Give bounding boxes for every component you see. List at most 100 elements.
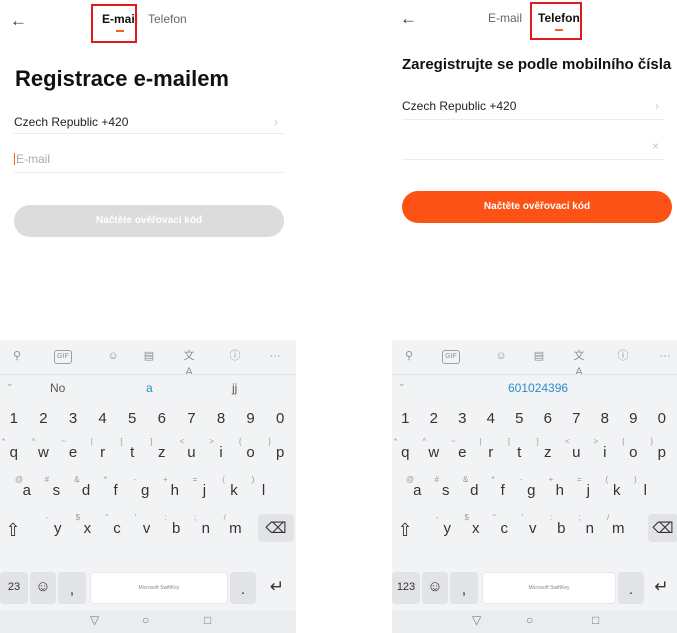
key-4[interactable]: 4 <box>478 406 505 434</box>
key-y[interactable]: -y <box>44 514 72 542</box>
nav-back-icon[interactable]: ▽ <box>472 614 481 626</box>
more-icon[interactable]: ··· <box>656 348 674 364</box>
key-z[interactable]: ] z <box>535 438 562 466</box>
key-k[interactable]: (k <box>220 476 248 504</box>
key-e[interactable]: ~ e <box>59 438 87 466</box>
key-8[interactable]: 8 <box>592 406 619 434</box>
get-code-button[interactable]: Načtěte ověřovací kód <box>14 205 284 237</box>
backspace-key[interactable]: ⌫ <box>258 514 294 542</box>
comma-key[interactable]: , <box>58 572 86 604</box>
sticker-icon[interactable]: ☺ <box>104 348 122 364</box>
key-f[interactable]: * f <box>490 476 517 504</box>
key-a[interactable]: @ a <box>13 476 41 504</box>
gif-icon[interactable]: GIF <box>54 350 72 364</box>
key-7[interactable]: 7 <box>563 406 590 434</box>
tab-phone[interactable]: Telefon <box>148 13 187 25</box>
info-icon[interactable]: ⓘ <box>226 348 244 364</box>
key-k[interactable]: (k <box>604 476 631 504</box>
key-1[interactable]: 1 <box>392 406 419 434</box>
key-o[interactable]: {o <box>237 438 265 466</box>
key-d[interactable]: & d <box>72 476 100 504</box>
country-selector[interactable]: Czech Republic +420 › <box>402 99 665 120</box>
key-q[interactable]: * q <box>392 438 419 466</box>
enter-key[interactable]: ↵ <box>260 572 294 604</box>
nav-home-icon[interactable]: ○ <box>526 614 533 626</box>
key-0[interactable]: 0 <box>649 406 676 434</box>
space-bar[interactable]: Microsoft SwiftKey <box>482 572 616 604</box>
key-8[interactable]: 8 <box>207 406 235 434</box>
key-n[interactable]: ; n <box>192 514 220 542</box>
key-d[interactable]: & d <box>461 476 488 504</box>
key-3[interactable]: 3 <box>449 406 476 434</box>
tab-email[interactable]: E-mail <box>488 12 522 24</box>
search-icon[interactable]: ⚲ <box>8 348 26 364</box>
key-t[interactable]: [t <box>118 438 146 466</box>
translate-icon[interactable]: 文A <box>570 348 588 378</box>
translate-icon[interactable]: 文A <box>180 348 198 378</box>
key-t[interactable]: [t <box>506 438 533 466</box>
key-m[interactable]: / m <box>605 514 632 542</box>
number-toggle-key[interactable]: 23 <box>0 572 28 604</box>
key-0[interactable]: 0 <box>266 406 294 434</box>
key-x[interactable]: $ x <box>463 514 490 542</box>
key-p[interactable]: } p <box>266 438 294 466</box>
clipboard-icon[interactable]: ▤ <box>530 348 548 364</box>
suggestion-2[interactable]: a <box>146 381 153 395</box>
nav-recent-icon[interactable]: □ <box>204 614 211 626</box>
number-toggle-key[interactable]: 123 <box>392 572 420 604</box>
key-r[interactable]: | r <box>478 438 505 466</box>
suggestion-1[interactable]: 601024396 <box>508 381 568 395</box>
more-icon[interactable]: ··· <box>266 348 284 364</box>
search-icon[interactable]: ⚲ <box>400 348 418 364</box>
key-h[interactable]: + h <box>161 476 189 504</box>
key-w[interactable]: ^ w <box>421 438 448 466</box>
get-code-button[interactable]: Načtěte ověřovací kód <box>402 191 672 223</box>
key-q[interactable]: * q <box>0 438 28 466</box>
key-r[interactable]: | r <box>89 438 117 466</box>
key-c[interactable]: " c <box>491 514 518 542</box>
key-f[interactable]: * f <box>102 476 130 504</box>
email-input[interactable]: E-mail <box>14 152 284 173</box>
shift-key[interactable]: ⇧ <box>0 514 26 542</box>
key-5[interactable]: 5 <box>118 406 146 434</box>
key-7[interactable]: 7 <box>178 406 206 434</box>
key-5[interactable]: 5 <box>506 406 533 434</box>
key-s[interactable]: # s <box>43 476 71 504</box>
key-b[interactable]: :b <box>162 514 190 542</box>
phone-input[interactable]: × <box>402 137 665 160</box>
backspace-key[interactable]: ⌫ <box>648 514 677 542</box>
expand-icon[interactable]: ⌄ <box>398 378 406 389</box>
key-6[interactable]: 6 <box>148 406 176 434</box>
key-y[interactable]: -y <box>434 514 461 542</box>
key-u[interactable]: < u <box>178 438 206 466</box>
nav-recent-icon[interactable]: □ <box>592 614 599 626</box>
back-arrow-icon[interactable]: ← <box>400 10 417 27</box>
key-i[interactable]: > i <box>207 438 235 466</box>
back-arrow-icon[interactable]: ← <box>10 12 27 29</box>
gif-icon[interactable]: GIF <box>442 350 460 364</box>
key-x[interactable]: $ x <box>74 514 102 542</box>
key-9[interactable]: 9 <box>620 406 647 434</box>
key-3[interactable]: 3 <box>59 406 87 434</box>
key-v[interactable]: ' v <box>520 514 547 542</box>
expand-icon[interactable]: ⌄ <box>6 378 14 389</box>
key-g[interactable]: -g <box>518 476 545 504</box>
sticker-icon[interactable]: ☺ <box>492 348 510 364</box>
clipboard-icon[interactable]: ▤ <box>140 348 158 364</box>
key-e[interactable]: ~ e <box>449 438 476 466</box>
key-g[interactable]: -g <box>131 476 159 504</box>
key-a[interactable]: @ a <box>404 476 431 504</box>
clear-icon[interactable]: × <box>652 139 659 153</box>
key-s[interactable]: # s <box>433 476 460 504</box>
key-n[interactable]: ; n <box>577 514 604 542</box>
key-2[interactable]: 2 <box>30 406 58 434</box>
shift-key[interactable]: ⇧ <box>392 514 418 542</box>
key-l[interactable]: ) l <box>250 476 278 504</box>
period-key[interactable]: . <box>230 572 256 604</box>
nav-back-icon[interactable]: ▽ <box>90 614 99 626</box>
emoji-key[interactable]: ☺ <box>422 572 448 604</box>
key-p[interactable]: } p <box>649 438 676 466</box>
key-b[interactable]: :b <box>548 514 575 542</box>
key-6[interactable]: 6 <box>535 406 562 434</box>
key-j[interactable]: = j <box>575 476 602 504</box>
